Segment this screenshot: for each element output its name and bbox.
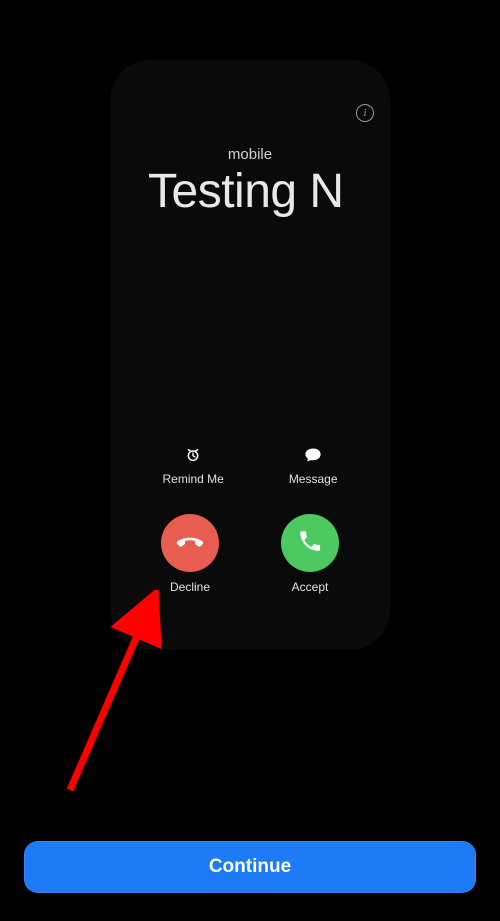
caller-source-label: mobile: [110, 146, 390, 163]
accept-circle: [281, 514, 339, 572]
message-button[interactable]: Message: [289, 446, 338, 486]
accept-button[interactable]: Accept: [281, 514, 339, 594]
info-icon: i: [363, 107, 366, 119]
phone-down-icon: [174, 525, 206, 562]
remind-me-label: Remind Me: [162, 472, 223, 486]
phone-icon: [297, 528, 323, 559]
continue-label: Continue: [209, 856, 291, 878]
decline-label: Decline: [170, 580, 210, 594]
phone-preview-frame: i mobile Testing N Remind Me Me: [110, 60, 390, 650]
decline-circle: [161, 514, 219, 572]
alarm-icon: [184, 446, 202, 464]
secondary-actions-row: Remind Me Message: [110, 446, 390, 486]
remind-me-button[interactable]: Remind Me: [162, 446, 223, 486]
accept-label: Accept: [292, 580, 329, 594]
message-icon: [304, 446, 322, 464]
continue-button[interactable]: Continue: [24, 841, 476, 893]
info-button[interactable]: i: [356, 104, 374, 122]
caller-name: Testing N: [148, 164, 390, 219]
primary-actions-row: Decline Accept: [110, 514, 390, 594]
message-label: Message: [289, 472, 338, 486]
decline-button[interactable]: Decline: [161, 514, 219, 594]
